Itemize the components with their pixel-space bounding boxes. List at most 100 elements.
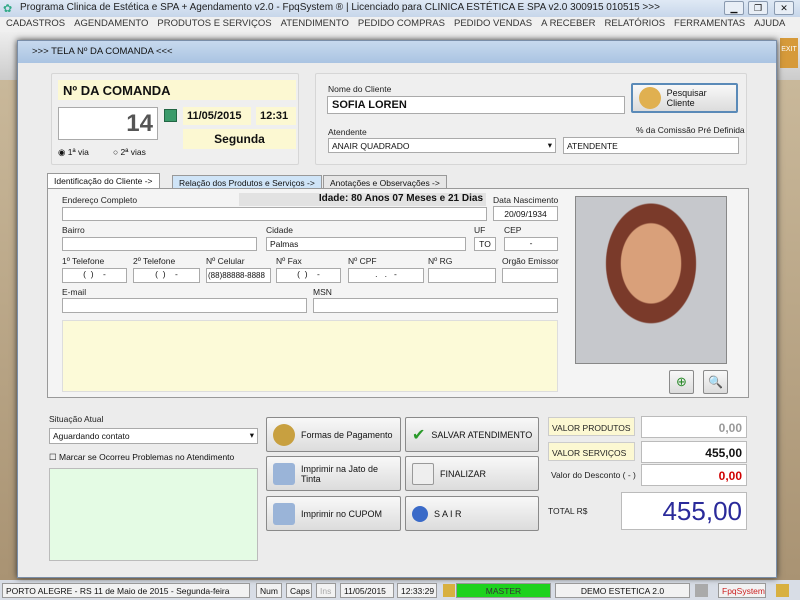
- status-caps: Caps: [286, 583, 312, 598]
- status-ins: Ins: [316, 583, 336, 598]
- email-label: E-mail: [62, 287, 87, 297]
- print-coupon-button[interactable]: Imprimir no CUPOM: [266, 496, 401, 531]
- printer-icon: [273, 502, 295, 525]
- status-time: 12:33:29: [397, 583, 437, 598]
- total-label: TOTAL R$: [548, 506, 588, 516]
- exit-dialog-button[interactable]: S A I R: [405, 496, 539, 531]
- attendant-select[interactable]: ANAIR QUADRADO ▾: [328, 138, 556, 153]
- menu-atendimento[interactable]: ATENDIMENTO: [281, 18, 349, 31]
- print-inkjet-button[interactable]: Imprimir na Jato de Tinta: [266, 456, 401, 491]
- menu-bar: CADASTROS AGENDAMENTO PRODUTOS E SERVIÇO…: [0, 17, 800, 32]
- email-input[interactable]: [62, 298, 307, 313]
- status-location: PORTO ALEGRE - RS 11 de Maio de 2015 - S…: [2, 583, 250, 598]
- menu-pedido-vendas[interactable]: PEDIDO VENDAS: [454, 18, 532, 31]
- status-select[interactable]: Aguardando contato ▾: [49, 428, 258, 444]
- birth-input[interactable]: 20/09/1934: [493, 206, 558, 221]
- address-input[interactable]: [62, 207, 487, 221]
- users-icon: [443, 584, 455, 597]
- minimize-button[interactable]: ▁: [724, 1, 744, 15]
- menu-pedido-compras[interactable]: PEDIDO COMPRAS: [358, 18, 445, 31]
- print-inkjet-label: Imprimir na Jato de Tinta: [300, 463, 379, 484]
- app-icon: ✿: [3, 3, 13, 15]
- menu-produtos-servicos[interactable]: PRODUTOS E SERVIÇOS: [157, 18, 271, 31]
- maximize-button[interactable]: ❐: [748, 1, 768, 15]
- finalize-button[interactable]: FINALIZAR: [405, 456, 539, 491]
- users-icon: [639, 87, 661, 109]
- status-label: Situação Atual: [49, 414, 104, 424]
- fax-input[interactable]: ( ) -: [276, 268, 341, 283]
- save-label: SALVAR ATENDIMENTO: [431, 429, 533, 440]
- search-client-button[interactable]: Pesquisar Cliente: [631, 83, 738, 113]
- birth-label: Data Nascimento: [493, 195, 559, 205]
- products-total-value: 0,00: [641, 416, 747, 438]
- age-display: Idade: 80 Anos 07 Meses e 21 Dias: [239, 193, 486, 206]
- commission-input[interactable]: ATENDENTE: [563, 137, 739, 154]
- zoom-photo-button[interactable]: 🔍: [703, 370, 728, 394]
- cel-label: Nº Celular: [206, 256, 245, 266]
- tel1-label: 1º Telefone: [62, 256, 105, 266]
- menu-relatorios[interactable]: RELATÓRIOS: [605, 18, 666, 31]
- status-value: Aguardando contato: [53, 431, 130, 441]
- tel1-input[interactable]: ( ) -: [62, 268, 127, 283]
- cel-input[interactable]: (88)88888-8888: [206, 268, 271, 283]
- problem-checkbox[interactable]: ☐ Marcar se Ocorreu Problemas no Atendim…: [49, 452, 234, 463]
- title-bar: Programa Clinica de Estética e SPA + Age…: [0, 0, 800, 17]
- msn-input[interactable]: [313, 298, 558, 313]
- check-icon: ✔: [412, 426, 426, 444]
- comanda-date: 11/05/2015: [183, 107, 251, 125]
- cidade-label: Cidade: [266, 225, 293, 235]
- exit-dialog-label: S A I R: [434, 508, 462, 519]
- notes-area[interactable]: [62, 320, 558, 392]
- products-total-label: VALOR PRODUTOS: [548, 417, 635, 436]
- window-title: Programa Clinica de Estética e SPA + Age…: [20, 2, 660, 13]
- client-name-label: Nome do Cliente: [328, 84, 392, 94]
- menu-cadastros[interactable]: CADASTROS: [6, 18, 65, 31]
- total-value: 455,00: [621, 492, 747, 530]
- cpf-input[interactable]: . . -: [348, 268, 424, 283]
- attendant-label: Atendente: [328, 127, 367, 137]
- menu-agendamento[interactable]: AGENDAMENTO: [74, 18, 148, 31]
- problem-notes[interactable]: [49, 468, 258, 561]
- exit-button[interactable]: EXIT: [780, 38, 798, 68]
- menu-ferramentas[interactable]: FERRAMENTAS: [674, 18, 745, 31]
- print-coupon-label: Imprimir no CUPOM: [301, 508, 383, 519]
- status-brand: FpqSystem: [718, 583, 766, 598]
- plus-icon: ⊕: [676, 374, 687, 389]
- payment-methods-button[interactable]: Formas de Pagamento: [266, 417, 401, 452]
- printer-icon: [273, 462, 295, 485]
- calendar-icon[interactable]: [164, 109, 177, 122]
- fax-label: Nº Fax: [276, 256, 302, 266]
- emissor-input[interactable]: [502, 268, 558, 283]
- menu-ajuda[interactable]: AJUDA: [754, 18, 785, 31]
- cidade-input[interactable]: Palmas: [266, 237, 466, 251]
- add-photo-button[interactable]: ⊕: [669, 370, 694, 394]
- search-client-label: Pesquisar Cliente: [666, 88, 707, 108]
- close-button[interactable]: ✕: [774, 1, 794, 15]
- chevron-down-icon: ▾: [249, 430, 254, 440]
- comanda-dialog: >>> TELA Nº DA COMANDA <<< Nº DA COMANDA…: [17, 40, 777, 578]
- radio-1a-via[interactable]: ◉ 1ª via: [58, 147, 89, 158]
- payment-methods-label: Formas de Pagamento: [301, 429, 393, 440]
- rg-input[interactable]: [428, 268, 496, 283]
- cep-input[interactable]: -: [504, 237, 558, 251]
- magnifier-icon: 🔍: [708, 375, 723, 389]
- tab-identificacao[interactable]: Identificação do Cliente ->: [47, 173, 160, 188]
- uf-input[interactable]: TO: [474, 237, 496, 251]
- discount-value[interactable]: 0,00: [641, 464, 747, 486]
- printer-icon[interactable]: [695, 584, 708, 597]
- radio-2a-vias[interactable]: ○ 2ª vias: [113, 147, 146, 157]
- tel2-label: 2º Telefone: [133, 256, 176, 266]
- status-company: DEMO ESTETICA 2.0: [555, 583, 690, 598]
- dialog-title: >>> TELA Nº DA COMANDA <<<: [18, 41, 776, 63]
- comanda-number[interactable]: 14: [58, 107, 158, 140]
- msn-label: MSN: [313, 287, 332, 297]
- bairro-input[interactable]: [62, 237, 257, 251]
- client-name-input[interactable]: SOFIA LOREN: [327, 96, 625, 114]
- save-button[interactable]: ✔ SALVAR ATENDIMENTO: [405, 417, 539, 452]
- status-date: 11/05/2015: [340, 583, 394, 598]
- tel2-input[interactable]: ( ) -: [133, 268, 200, 283]
- coins-icon: [273, 423, 295, 446]
- menu-a-receber[interactable]: A RECEBER: [541, 18, 595, 31]
- arrow-right-icon: [412, 505, 428, 522]
- cpf-label: Nº CPF: [348, 256, 377, 266]
